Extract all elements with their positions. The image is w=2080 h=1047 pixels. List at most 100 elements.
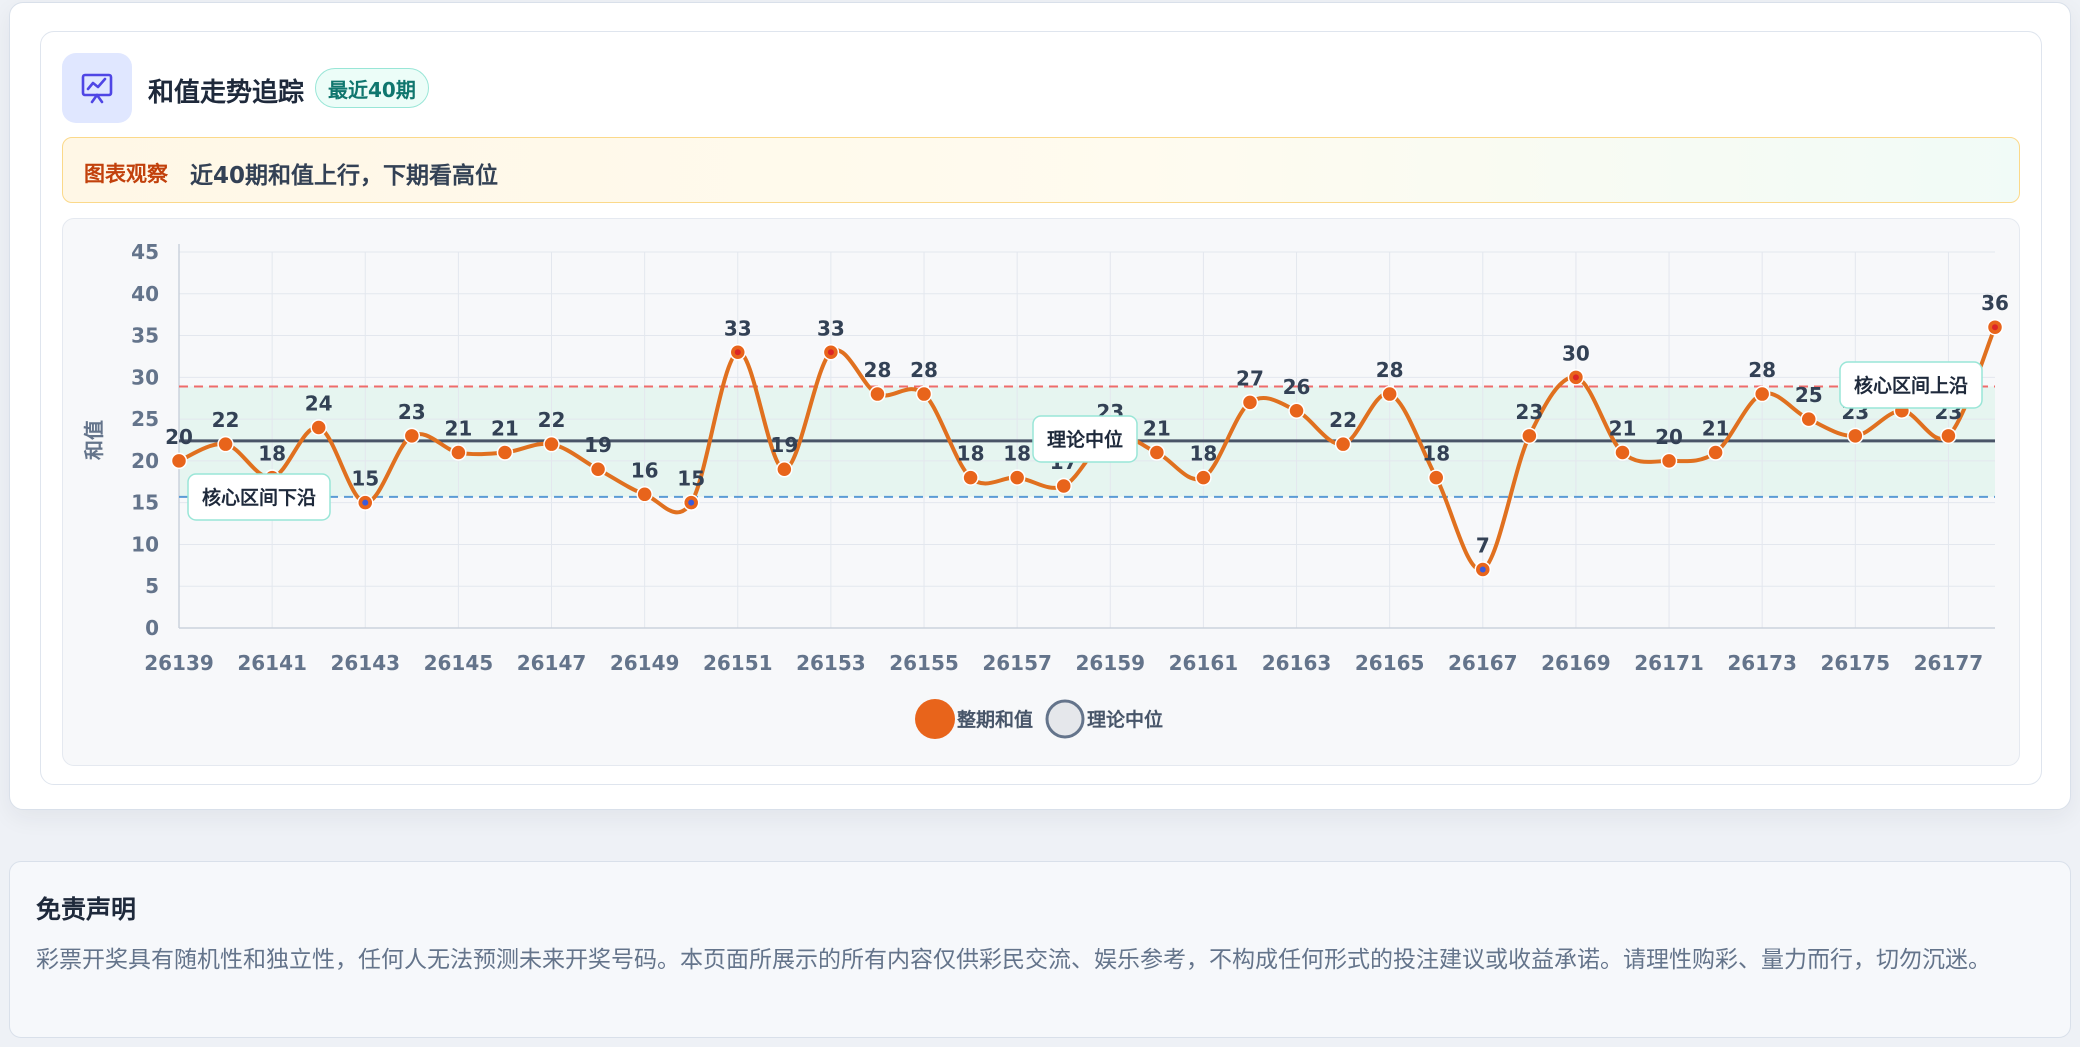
x-tick-label: 26161 [1169,651,1239,675]
data-point [1334,435,1352,453]
data-point [543,435,560,453]
y-tick-label: 0 [145,616,159,640]
data-label: 20 [1655,425,1683,449]
x-tick-label: 26173 [1727,651,1797,675]
data-label: 21 [1143,417,1171,441]
data-label: 36 [1981,291,2009,315]
data-label: 18 [1003,442,1031,466]
observation-bar: 图表观察 近40期和值上行，下期看高位 [62,137,2020,203]
trend-card: 和值走势追踪 最近40期 图表观察 近40期和值上行，下期看高位 0 5 10 15 2… [40,31,2042,785]
data-point [496,444,514,461]
data-label: 18 [1189,442,1217,466]
data-label: 26 [1283,375,1311,399]
x-tick-label: 26167 [1448,651,1518,675]
y-tick-label: 40 [131,282,159,306]
x-tick-label: 26151 [703,651,773,675]
y-tick-label: 25 [131,407,159,431]
x-tick-label: 26145 [424,651,494,675]
data-label: 18 [1422,442,1450,466]
x-tick-label: 26177 [1914,651,1984,675]
data-point [1381,385,1398,403]
data-label: 18 [957,442,985,466]
y-tick-label: 30 [131,365,159,389]
data-point [1427,469,1445,486]
data-label: 15 [351,467,379,491]
period-badge: 最近40期 [315,68,429,108]
data-point [1660,452,1678,470]
data-point [869,385,886,403]
data-label: 22 [212,408,240,432]
data-label: 15 [677,467,705,491]
data-point [1800,410,1817,428]
disclaimer-title: 免责声明 [36,895,137,924]
low-point-marker [1479,566,1486,573]
data-label: 28 [864,358,892,382]
data-point [1521,427,1538,445]
x-tick-label: 26141 [237,651,307,675]
data-point [1148,444,1166,461]
x-tick-label: 26159 [1075,651,1145,675]
observation-text: 近40期和值上行，下期看高位 [190,163,499,189]
data-point [450,444,467,461]
data-point [1195,469,1212,486]
sum-trend-chart: 05101520253035404526139 26141 26143 26145 26… [82,240,2009,739]
data-point [1753,385,1771,403]
y-axis-label: 和值 [82,420,106,460]
y-tick-label: 10 [131,532,159,556]
high-point-marker [734,349,741,356]
data-label: 30 [1562,341,1590,365]
y-tick-label: 35 [131,324,159,348]
data-point [1288,402,1305,420]
data-label: 19 [770,433,798,457]
x-tick-label: 26163 [1262,651,1332,675]
high-point-marker [1992,324,1998,331]
x-tick-label: 26139 [144,651,214,675]
data-label: 27 [1236,366,1264,390]
data-point [1707,444,1724,461]
low-point-marker [362,499,369,506]
y-tick-label: 5 [145,574,159,598]
x-tick-label: 26157 [982,651,1052,675]
x-tick-label: 26171 [1634,651,1704,675]
data-point [776,460,793,478]
data-label: 28 [910,358,938,382]
data-label: 25 [1795,383,1823,407]
x-tick-label: 26169 [1541,651,1611,675]
trend-card-outer: 和值走势追踪 最近40期 图表观察 近40期和值上行，下期看高位 0 5 10 15 2… [9,2,2071,810]
core-lower-tag: 核心区间下沿 [202,486,316,509]
data-point [915,385,933,403]
x-tick-label: 26155 [889,651,959,675]
card-title: 和值走势追踪 [148,78,305,108]
data-point [1055,477,1072,495]
data-point [170,452,188,470]
data-point [1847,427,1864,445]
data-label: 33 [817,316,845,340]
core-upper-tag: 核心区间上沿 [1854,374,1968,397]
data-label: 21 [491,417,519,441]
data-label: 7 [1476,534,1490,558]
data-point [1241,394,1259,411]
low-point-marker [688,499,695,506]
data-label: 28 [1748,358,1776,382]
legend-median-swatch [1045,699,1085,739]
chart-panel: 0 5 10 15 20 25 30 35 40 45 26139 26141 26143 26145 26… [62,218,2020,766]
data-point [1940,427,1957,445]
x-tick-label: 26147 [517,651,587,675]
data-label: 21 [1609,417,1637,441]
data-label: 22 [538,408,566,432]
data-point [636,486,653,503]
data-label: 16 [631,458,659,482]
data-point [403,427,421,445]
data-label: 23 [398,400,426,424]
median-tag: 理论中位 [1047,428,1123,451]
data-label: 19 [584,433,612,457]
data-point [217,435,234,453]
y-tick-label: 15 [131,491,159,515]
high-point-marker [1572,374,1579,381]
data-label: 21 [444,417,472,441]
disclaimer-card: 免责声明 彩票开奖具有随机性和独立性，任何人无法预测未来开奖号码。本页面所展示的… [9,861,2071,1038]
data-point [1008,469,1026,486]
data-label: 18 [258,442,286,466]
data-label: 23 [1515,400,1543,424]
y-tick-label: 20 [131,449,159,473]
